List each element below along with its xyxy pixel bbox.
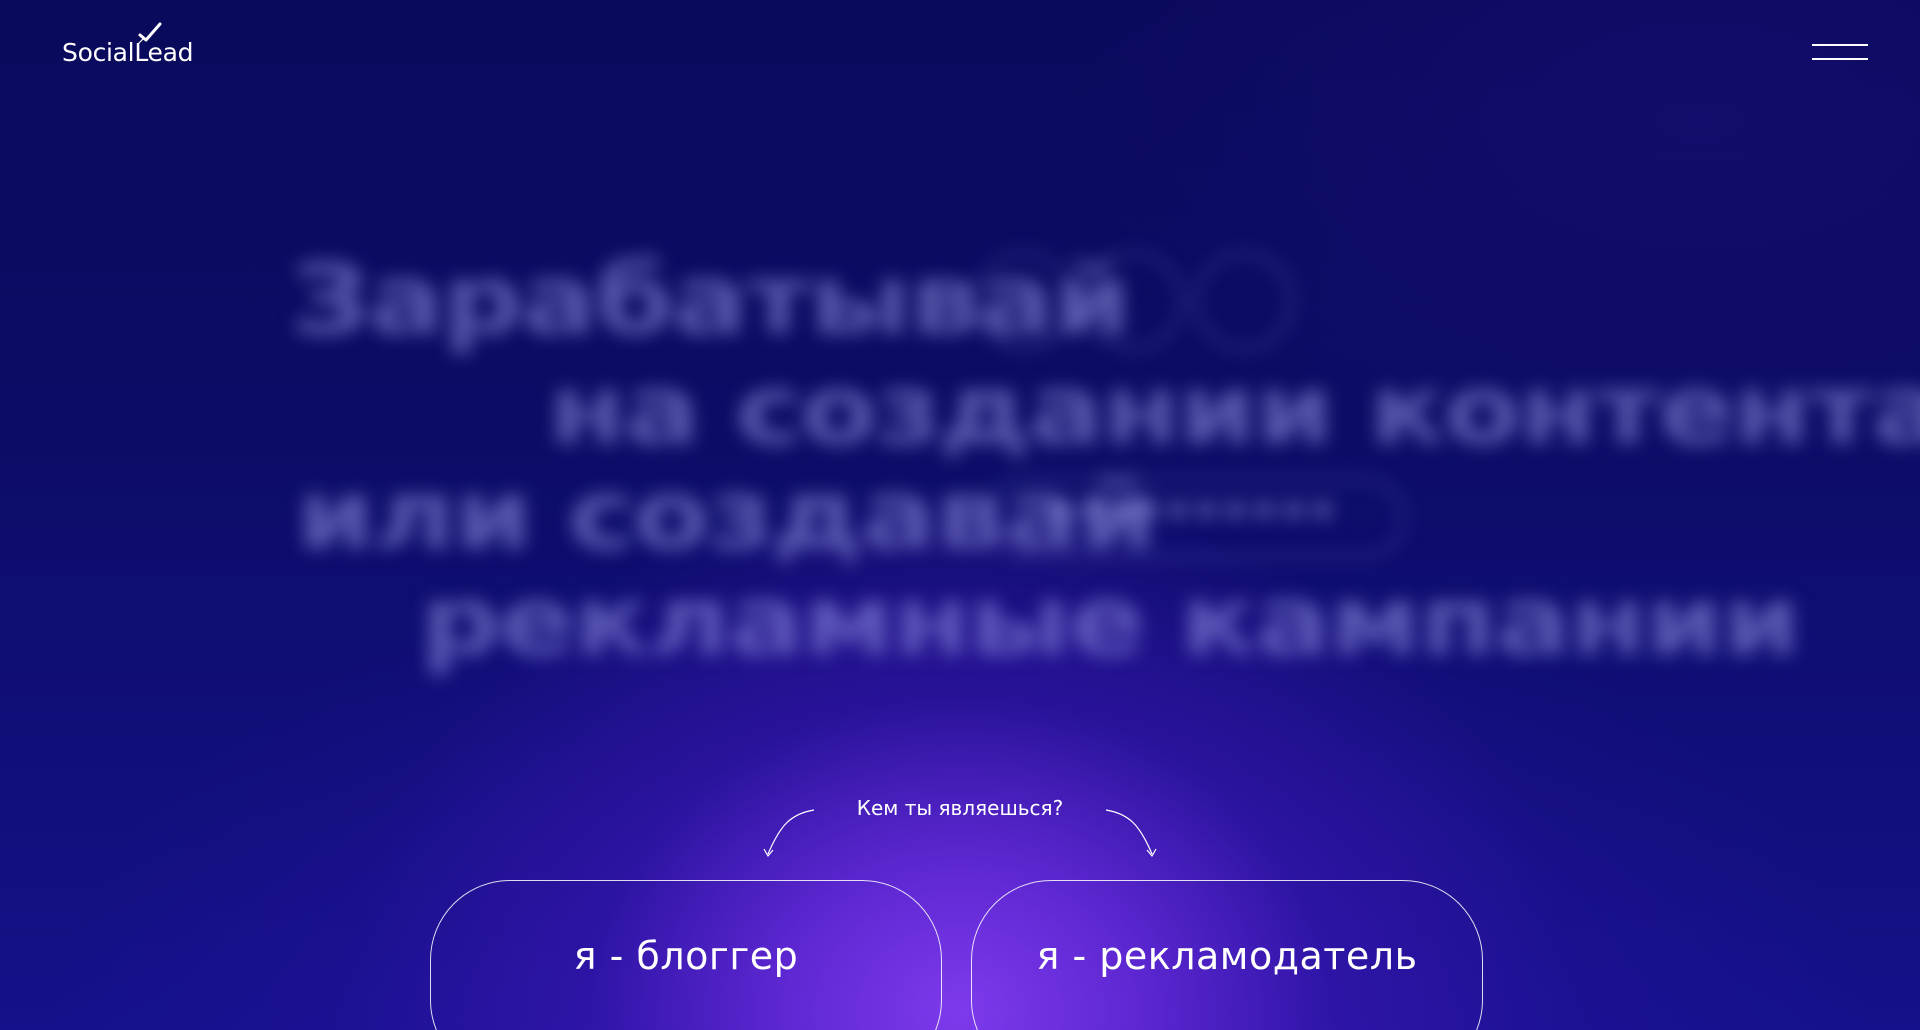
advertiser-role-label: я - рекламодатель	[1036, 934, 1418, 978]
hero-circle	[975, 252, 1073, 350]
hero-line-4: рекламные кампании	[420, 565, 1801, 677]
blogger-role-label: я - блоггер	[573, 934, 799, 978]
hero-circles	[975, 252, 1305, 352]
hero-circle	[1085, 252, 1183, 350]
hero-headline: Зарабатывай на создании контента или соз…	[0, 0, 1920, 700]
advertiser-role-button[interactable]: я - рекламодатель	[971, 880, 1483, 1030]
curved-arrow-right-icon	[1105, 809, 1157, 858]
blogger-role-button[interactable]: я - блоггер	[430, 880, 942, 1030]
hero-line-2: на создании контента	[548, 354, 1920, 466]
hero-circle	[1195, 252, 1293, 350]
hero-pill: **********	[985, 478, 1405, 558]
landing-page: SocialLead Зарабатывай на создании конте…	[0, 0, 1920, 1030]
